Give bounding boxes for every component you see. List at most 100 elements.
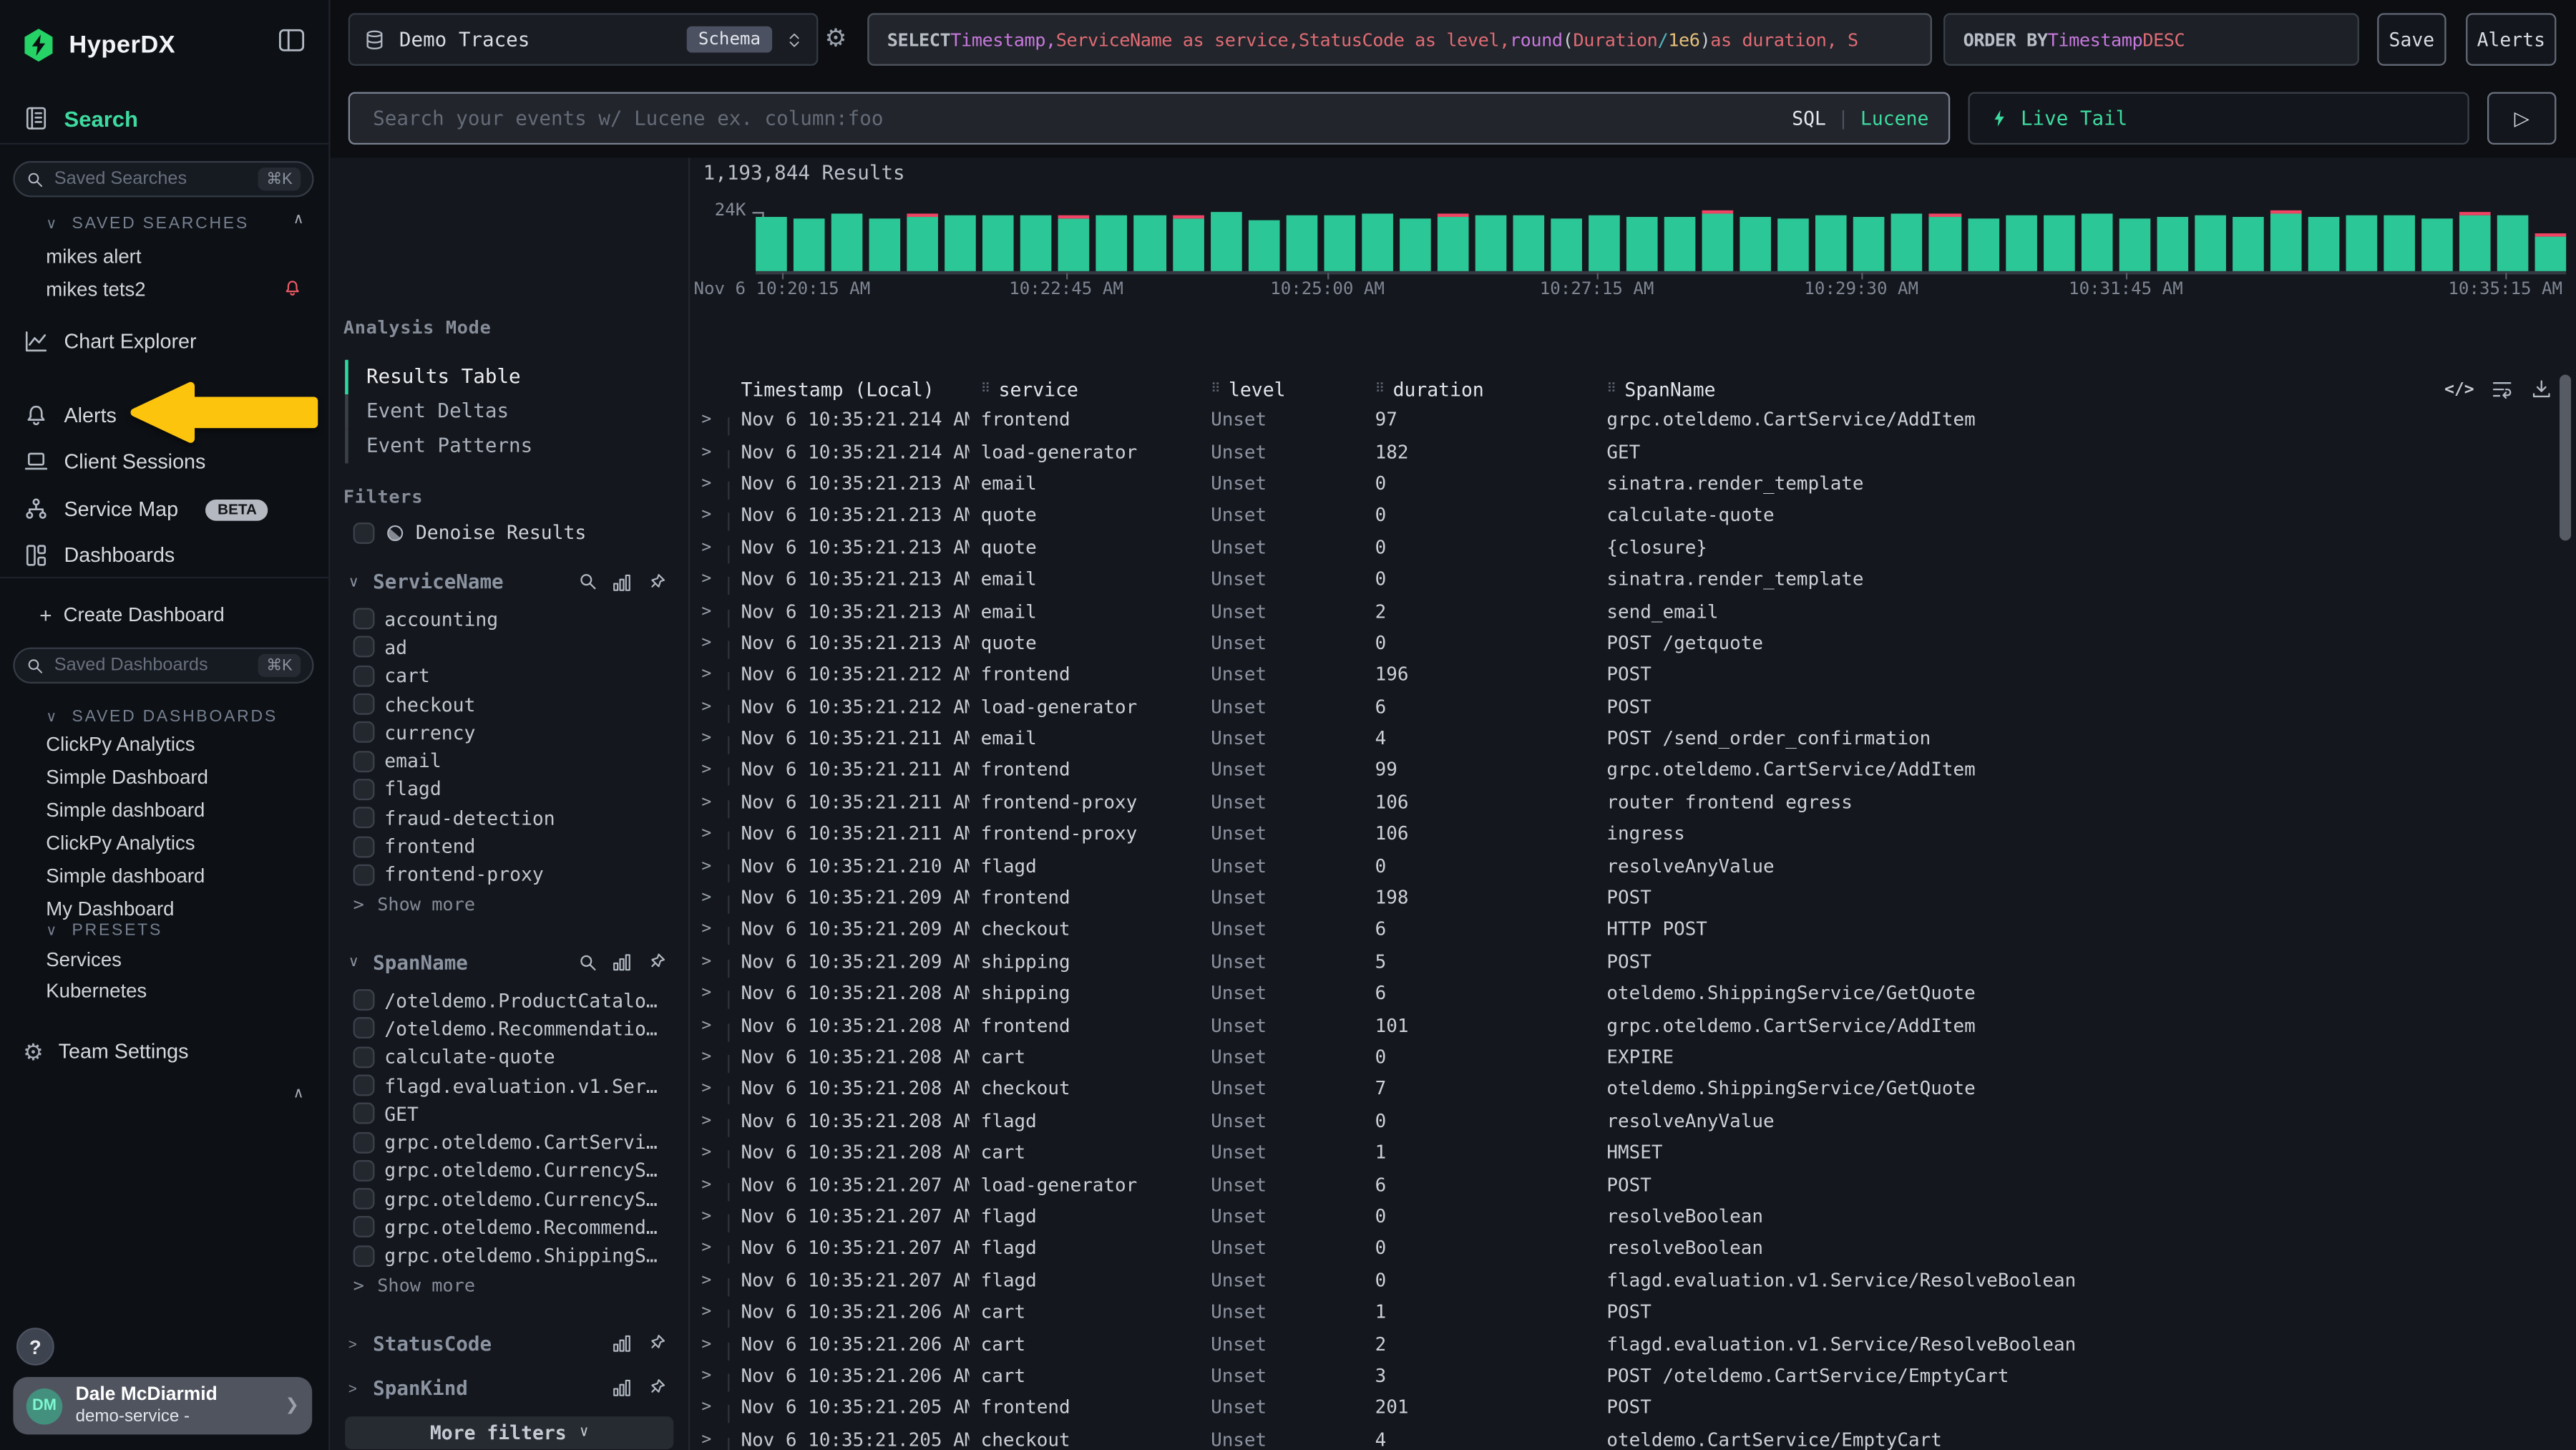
histogram-bar[interactable]	[2497, 215, 2529, 271]
saved-dashboard-item[interactable]: ClickPy Analytics	[46, 733, 195, 756]
row-expand-chevron-icon[interactable]: >	[690, 1431, 729, 1449]
table-row[interactable]: >Nov 6 10:35:21.213 AMemailUnset0sinatra…	[690, 468, 2576, 500]
search-input[interactable]	[370, 105, 1781, 132]
table-row[interactable]: >Nov 6 10:35:21.214 AMload-generatorUnse…	[690, 436, 2576, 468]
histogram-bar[interactable]	[1702, 214, 1734, 270]
saved-dashboard-item[interactable]: Simple dashboard	[46, 865, 205, 887]
data-source-select[interactable]: Demo Traces Schema	[348, 13, 819, 65]
filter-checkbox-item[interactable]: grpc.oteldemo.CurrencyS…	[330, 1157, 688, 1185]
wrap-text-icon[interactable]	[2491, 378, 2514, 401]
filter-checkbox-item[interactable]: grpc.oteldemo.CartServi…	[330, 1128, 688, 1157]
table-row[interactable]: >Nov 6 10:35:21.209 AMfrontendUnset198PO…	[690, 882, 2576, 915]
filter-checkbox-item[interactable]: flagd.evaluation.v1.Ser…	[330, 1071, 688, 1100]
histogram-bar[interactable]	[869, 218, 901, 270]
table-row[interactable]: >Nov 6 10:35:21.207 AMload-generatorUnse…	[690, 1169, 2576, 1201]
filter-checkbox-item[interactable]: /oteldemo.Recommendatio…	[330, 1014, 688, 1043]
histogram-bar[interactable]	[1892, 214, 1923, 271]
checkbox[interactable]	[353, 1046, 375, 1068]
live-tail-button[interactable]: Live Tail	[1968, 92, 2469, 145]
table-row[interactable]: >Nov 6 10:35:21.213 AMquoteUnset0calcula…	[690, 500, 2576, 532]
table-row[interactable]: >Nov 6 10:35:21.208 AMcartUnset0EXPIRE	[690, 1041, 2576, 1074]
row-expand-chevron-icon[interactable]: >	[690, 1112, 729, 1130]
table-row[interactable]: >Nov 6 10:35:21.207 AMflagdUnset0flagd.e…	[690, 1265, 2576, 1297]
filter-checkbox-item[interactable]: cart	[330, 661, 688, 690]
histogram-bar[interactable]	[1096, 215, 1128, 270]
mode-lucene-toggle[interactable]: Lucene	[1860, 107, 1928, 130]
sidebar-item-search[interactable]: Search ∧	[0, 102, 328, 135]
run-query-button[interactable]: ▷	[2487, 92, 2556, 145]
checkbox[interactable]	[353, 836, 375, 857]
checkbox[interactable]	[353, 864, 375, 885]
pin-icon[interactable]	[645, 1333, 667, 1355]
table-row[interactable]: >Nov 6 10:35:21.211 AMfrontend-proxyUnse…	[690, 819, 2576, 851]
saved-search-item[interactable]: mikes alert	[46, 245, 141, 268]
filter-checkbox-item[interactable]: currency	[330, 719, 688, 747]
histogram-bar[interactable]	[2535, 236, 2567, 270]
chart-icon[interactable]	[611, 1378, 633, 1399]
schema-badge[interactable]: Schema	[687, 26, 772, 53]
checkbox[interactable]	[353, 989, 375, 1011]
download-icon[interactable]	[2530, 378, 2553, 401]
more-filters-button[interactable]: More filters ∨	[345, 1416, 673, 1449]
filter-checkbox-item[interactable]: grpc.oteldemo.ShippingS…	[330, 1242, 688, 1270]
view-code-icon[interactable]: </>	[2444, 381, 2474, 399]
order-by-editor[interactable]: ORDER BY Timestamp DESC	[1943, 13, 2359, 65]
filter-group-header[interactable]: ∨ServiceName	[330, 568, 688, 595]
chevron-up-icon[interactable]: ∧	[293, 1084, 304, 1102]
filter-checkbox-item[interactable]: ad	[330, 633, 688, 662]
histogram-bar[interactable]	[2043, 216, 2074, 271]
row-expand-chevron-icon[interactable]: >	[690, 825, 729, 843]
histogram-bar[interactable]	[1172, 218, 1204, 270]
row-expand-chevron-icon[interactable]: >	[690, 953, 729, 970]
histogram-bar[interactable]	[1324, 215, 1355, 270]
row-expand-chevron-icon[interactable]: >	[690, 666, 729, 684]
checkbox[interactable]	[353, 608, 375, 630]
sidebar-item-chart-explorer[interactable]: Chart Explorer	[0, 326, 328, 359]
mode-sql-toggle[interactable]: SQL	[1792, 107, 1826, 130]
histogram-bar[interactable]	[1058, 218, 1090, 270]
sidebar-item-team-settings[interactable]: ⚙ Team Settings	[0, 1035, 328, 1068]
histogram-bar[interactable]	[2157, 216, 2188, 271]
help-button[interactable]: ?	[16, 1328, 54, 1366]
chart-icon[interactable]	[611, 952, 633, 973]
analysis-mode-item[interactable]: Event Deltas	[345, 394, 675, 429]
analysis-mode-item[interactable]: Results Table	[345, 360, 675, 394]
histogram-bar[interactable]	[1626, 217, 1658, 271]
column-header-timestamp[interactable]: Timestamp (Local)	[729, 377, 969, 400]
sidebar-collapse-icon[interactable]	[278, 28, 306, 52]
histogram-bar[interactable]	[2233, 217, 2264, 271]
drag-handle-icon[interactable]: ⠿	[1211, 381, 1220, 396]
table-row[interactable]: >Nov 6 10:35:21.211 AMfrontendUnset99grp…	[690, 754, 2576, 787]
table-row[interactable]: >Nov 6 10:35:21.205 AMfrontendUnset201PO…	[690, 1392, 2576, 1424]
checkbox[interactable]	[353, 1018, 375, 1039]
table-row[interactable]: >Nov 6 10:35:21.208 AMfrontendUnset101gr…	[690, 1010, 2576, 1042]
sidebar-item-dashboards[interactable]: Dashboards ∧	[0, 539, 328, 572]
table-row[interactable]: >Nov 6 10:35:21.209 AMshippingUnset5POST	[690, 946, 2576, 978]
row-expand-chevron-icon[interactable]: >	[690, 1048, 729, 1066]
histogram-bar[interactable]	[2346, 216, 2377, 271]
drag-handle-icon[interactable]: ⠿	[1606, 381, 1616, 396]
row-expand-chevron-icon[interactable]: >	[690, 507, 729, 525]
row-expand-chevron-icon[interactable]: >	[690, 1207, 729, 1225]
row-expand-chevron-icon[interactable]: >	[690, 857, 729, 875]
row-expand-chevron-icon[interactable]: >	[690, 1271, 729, 1289]
row-expand-chevron-icon[interactable]: >	[690, 475, 729, 492]
table-row[interactable]: >Nov 6 10:35:21.213 AMemailUnset2send_em…	[690, 595, 2576, 628]
user-menu[interactable]: DM Dale McDiarmid demo-service - ❯	[13, 1377, 312, 1434]
row-expand-chevron-icon[interactable]: >	[690, 730, 729, 748]
pin-icon[interactable]	[645, 952, 667, 973]
histogram-bar[interactable]	[2384, 215, 2415, 271]
filter-group-header[interactable]: >SpanKind	[330, 1376, 688, 1402]
checkbox[interactable]	[353, 779, 375, 800]
checkbox[interactable]	[353, 1245, 375, 1267]
checkbox[interactable]	[353, 1160, 375, 1182]
denoise-results-toggle[interactable]: Denoise Results	[353, 520, 587, 546]
table-row[interactable]: >Nov 6 10:35:21.214 AMfrontendUnset97grp…	[690, 404, 2576, 437]
filter-checkbox-item[interactable]: email	[330, 746, 688, 775]
histogram-bar[interactable]	[1664, 218, 1696, 271]
checkbox[interactable]	[353, 694, 375, 715]
preset-item[interactable]: Kubernetes	[46, 979, 147, 1002]
filter-checkbox-item[interactable]: grpc.oteldemo.Recommend…	[330, 1213, 688, 1242]
results-histogram[interactable]	[756, 212, 2566, 273]
column-header-duration[interactable]: ⠿duration	[1364, 377, 1596, 400]
